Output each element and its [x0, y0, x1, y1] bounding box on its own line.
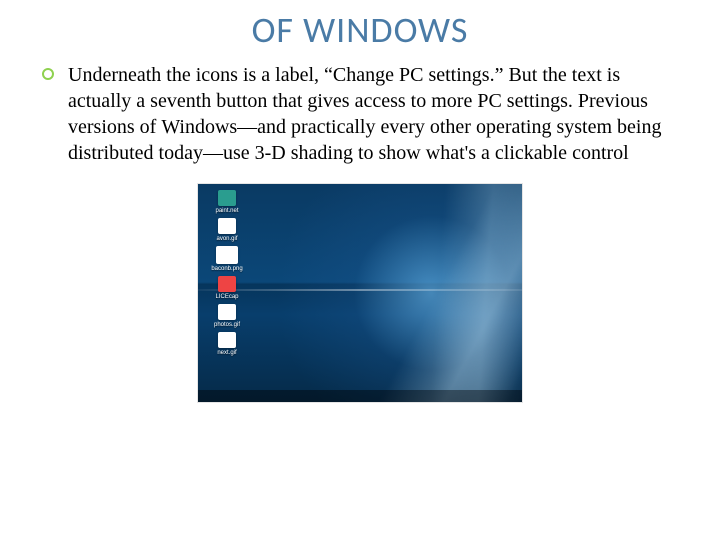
- file-icon: [218, 218, 236, 234]
- icon-label: photos.gif: [214, 322, 240, 328]
- file-icon: [218, 332, 236, 348]
- desktop-icon: next.gif: [206, 332, 248, 356]
- desktop-icon: avon.gif: [206, 218, 248, 242]
- file-icon: [216, 246, 238, 264]
- icon-label: LICEcap: [215, 294, 238, 300]
- slide: OF WINDOWS Underneath the icons is a lab…: [0, 0, 720, 540]
- desktop-icon: baconb.png: [206, 246, 248, 272]
- bullet-icon: [42, 68, 54, 80]
- desktop-screenshot: paint.net avon.gif baconb.png LICEcap ph…: [198, 184, 522, 402]
- desktop-icon: LICEcap: [206, 276, 248, 300]
- paragraph-text: Underneath the icons is a label, “Change…: [68, 64, 661, 164]
- file-icon: [218, 304, 236, 320]
- icon-label: paint.net: [215, 208, 238, 214]
- desktop-icon: paint.net: [206, 190, 248, 214]
- icon-label: next.gif: [217, 350, 236, 356]
- icon-label: baconb.png: [211, 266, 242, 272]
- file-icon: [218, 190, 236, 206]
- wallpaper-lightray: [335, 184, 522, 402]
- desktop-icons-column: paint.net avon.gif baconb.png LICEcap ph…: [206, 190, 248, 356]
- desktop-icon: photos.gif: [206, 304, 248, 328]
- slide-title: OF WINDOWS: [40, 8, 680, 52]
- taskbar: [198, 390, 522, 402]
- file-icon: [218, 276, 236, 292]
- body-paragraph: Underneath the icons is a label, “Change…: [40, 62, 680, 166]
- icon-label: avon.gif: [216, 236, 237, 242]
